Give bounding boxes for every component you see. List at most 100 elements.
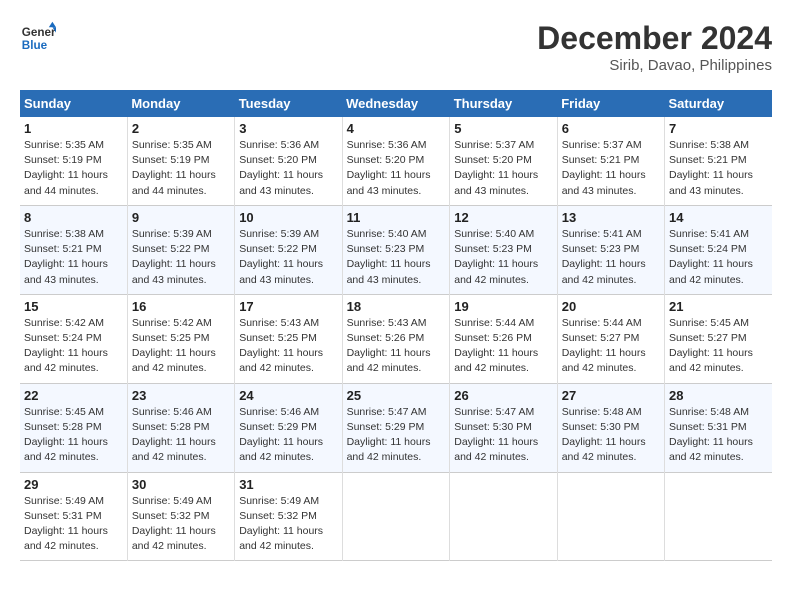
- day-info: Sunrise: 5:36 AM Sunset: 5:20 PM Dayligh…: [239, 138, 337, 199]
- day-info: Sunrise: 5:46 AM Sunset: 5:29 PM Dayligh…: [239, 405, 337, 466]
- day-number: 20: [562, 299, 660, 314]
- day-number: 13: [562, 210, 660, 225]
- calendar-cell: 4 Sunrise: 5:36 AM Sunset: 5:20 PM Dayli…: [342, 117, 450, 205]
- day-number: 3: [239, 121, 337, 136]
- day-number: 31: [239, 477, 337, 492]
- calendar-cell: 22 Sunrise: 5:45 AM Sunset: 5:28 PM Dayl…: [20, 383, 127, 472]
- calendar-cell: [342, 472, 450, 561]
- calendar-cell: [557, 472, 664, 561]
- day-number: 21: [669, 299, 768, 314]
- calendar-cell: 2 Sunrise: 5:35 AM Sunset: 5:19 PM Dayli…: [127, 117, 234, 205]
- day-number: 10: [239, 210, 337, 225]
- calendar-week-row: 8 Sunrise: 5:38 AM Sunset: 5:21 PM Dayli…: [20, 205, 772, 294]
- calendar-cell: 18 Sunrise: 5:43 AM Sunset: 5:26 PM Dayl…: [342, 294, 450, 383]
- day-number: 29: [24, 477, 123, 492]
- day-number: 4: [347, 121, 446, 136]
- svg-text:Blue: Blue: [22, 39, 48, 52]
- col-friday: Friday: [557, 90, 664, 117]
- col-tuesday: Tuesday: [235, 90, 342, 117]
- day-number: 1: [24, 121, 123, 136]
- calendar-cell: [665, 472, 773, 561]
- calendar-cell: 20 Sunrise: 5:44 AM Sunset: 5:27 PM Dayl…: [557, 294, 664, 383]
- calendar-cell: [450, 472, 557, 561]
- col-sunday: Sunday: [20, 90, 127, 117]
- svg-text:General: General: [22, 26, 56, 39]
- calendar-cell: 13 Sunrise: 5:41 AM Sunset: 5:23 PM Dayl…: [557, 205, 664, 294]
- day-number: 18: [347, 299, 446, 314]
- location-subtitle: Sirib, Davao, Philippines: [537, 57, 772, 74]
- calendar-cell: 3 Sunrise: 5:36 AM Sunset: 5:20 PM Dayli…: [235, 117, 342, 205]
- calendar-cell: 8 Sunrise: 5:38 AM Sunset: 5:21 PM Dayli…: [20, 205, 127, 294]
- calendar-cell: 15 Sunrise: 5:42 AM Sunset: 5:24 PM Dayl…: [20, 294, 127, 383]
- day-info: Sunrise: 5:47 AM Sunset: 5:29 PM Dayligh…: [347, 405, 446, 466]
- day-info: Sunrise: 5:39 AM Sunset: 5:22 PM Dayligh…: [239, 227, 337, 288]
- day-number: 27: [562, 388, 660, 403]
- day-info: Sunrise: 5:38 AM Sunset: 5:21 PM Dayligh…: [24, 227, 123, 288]
- calendar-week-row: 15 Sunrise: 5:42 AM Sunset: 5:24 PM Dayl…: [20, 294, 772, 383]
- col-monday: Monday: [127, 90, 234, 117]
- calendar-table: Sunday Monday Tuesday Wednesday Thursday…: [20, 90, 772, 561]
- calendar-cell: 24 Sunrise: 5:46 AM Sunset: 5:29 PM Dayl…: [235, 383, 342, 472]
- day-info: Sunrise: 5:48 AM Sunset: 5:30 PM Dayligh…: [562, 405, 660, 466]
- day-number: 9: [132, 210, 230, 225]
- day-number: 26: [454, 388, 552, 403]
- calendar-cell: 19 Sunrise: 5:44 AM Sunset: 5:26 PM Dayl…: [450, 294, 557, 383]
- day-number: 8: [24, 210, 123, 225]
- calendar-cell: 26 Sunrise: 5:47 AM Sunset: 5:30 PM Dayl…: [450, 383, 557, 472]
- calendar-cell: 29 Sunrise: 5:49 AM Sunset: 5:31 PM Dayl…: [20, 472, 127, 561]
- day-number: 6: [562, 121, 660, 136]
- day-info: Sunrise: 5:35 AM Sunset: 5:19 PM Dayligh…: [24, 138, 123, 199]
- calendar-cell: 7 Sunrise: 5:38 AM Sunset: 5:21 PM Dayli…: [665, 117, 773, 205]
- calendar-week-row: 22 Sunrise: 5:45 AM Sunset: 5:28 PM Dayl…: [20, 383, 772, 472]
- day-number: 12: [454, 210, 552, 225]
- day-info: Sunrise: 5:45 AM Sunset: 5:27 PM Dayligh…: [669, 316, 768, 377]
- day-info: Sunrise: 5:44 AM Sunset: 5:27 PM Dayligh…: [562, 316, 660, 377]
- page-header: General Blue December 2024 Sirib, Davao,…: [20, 20, 772, 74]
- day-info: Sunrise: 5:42 AM Sunset: 5:24 PM Dayligh…: [24, 316, 123, 377]
- calendar-cell: 12 Sunrise: 5:40 AM Sunset: 5:23 PM Dayl…: [450, 205, 557, 294]
- day-info: Sunrise: 5:44 AM Sunset: 5:26 PM Dayligh…: [454, 316, 552, 377]
- day-number: 16: [132, 299, 230, 314]
- day-info: Sunrise: 5:37 AM Sunset: 5:20 PM Dayligh…: [454, 138, 552, 199]
- logo-icon: General Blue: [20, 20, 56, 56]
- day-info: Sunrise: 5:40 AM Sunset: 5:23 PM Dayligh…: [347, 227, 446, 288]
- day-info: Sunrise: 5:41 AM Sunset: 5:24 PM Dayligh…: [669, 227, 768, 288]
- calendar-cell: 6 Sunrise: 5:37 AM Sunset: 5:21 PM Dayli…: [557, 117, 664, 205]
- calendar-cell: 11 Sunrise: 5:40 AM Sunset: 5:23 PM Dayl…: [342, 205, 450, 294]
- day-info: Sunrise: 5:41 AM Sunset: 5:23 PM Dayligh…: [562, 227, 660, 288]
- day-number: 28: [669, 388, 768, 403]
- calendar-cell: 9 Sunrise: 5:39 AM Sunset: 5:22 PM Dayli…: [127, 205, 234, 294]
- day-info: Sunrise: 5:45 AM Sunset: 5:28 PM Dayligh…: [24, 405, 123, 466]
- calendar-cell: 14 Sunrise: 5:41 AM Sunset: 5:24 PM Dayl…: [665, 205, 773, 294]
- calendar-cell: 28 Sunrise: 5:48 AM Sunset: 5:31 PM Dayl…: [665, 383, 773, 472]
- day-number: 19: [454, 299, 552, 314]
- day-number: 14: [669, 210, 768, 225]
- header-row: Sunday Monday Tuesday Wednesday Thursday…: [20, 90, 772, 117]
- calendar-week-row: 1 Sunrise: 5:35 AM Sunset: 5:19 PM Dayli…: [20, 117, 772, 205]
- calendar-cell: 25 Sunrise: 5:47 AM Sunset: 5:29 PM Dayl…: [342, 383, 450, 472]
- calendar-cell: 10 Sunrise: 5:39 AM Sunset: 5:22 PM Dayl…: [235, 205, 342, 294]
- calendar-cell: 16 Sunrise: 5:42 AM Sunset: 5:25 PM Dayl…: [127, 294, 234, 383]
- day-number: 7: [669, 121, 768, 136]
- day-info: Sunrise: 5:39 AM Sunset: 5:22 PM Dayligh…: [132, 227, 230, 288]
- day-info: Sunrise: 5:46 AM Sunset: 5:28 PM Dayligh…: [132, 405, 230, 466]
- day-info: Sunrise: 5:43 AM Sunset: 5:26 PM Dayligh…: [347, 316, 446, 377]
- day-number: 23: [132, 388, 230, 403]
- day-info: Sunrise: 5:36 AM Sunset: 5:20 PM Dayligh…: [347, 138, 446, 199]
- calendar-cell: 5 Sunrise: 5:37 AM Sunset: 5:20 PM Dayli…: [450, 117, 557, 205]
- calendar-cell: 31 Sunrise: 5:49 AM Sunset: 5:32 PM Dayl…: [235, 472, 342, 561]
- calendar-cell: 17 Sunrise: 5:43 AM Sunset: 5:25 PM Dayl…: [235, 294, 342, 383]
- day-number: 11: [347, 210, 446, 225]
- col-wednesday: Wednesday: [342, 90, 450, 117]
- day-info: Sunrise: 5:40 AM Sunset: 5:23 PM Dayligh…: [454, 227, 552, 288]
- day-info: Sunrise: 5:37 AM Sunset: 5:21 PM Dayligh…: [562, 138, 660, 199]
- logo: General Blue: [20, 20, 56, 56]
- day-number: 2: [132, 121, 230, 136]
- calendar-cell: 27 Sunrise: 5:48 AM Sunset: 5:30 PM Dayl…: [557, 383, 664, 472]
- calendar-cell: 1 Sunrise: 5:35 AM Sunset: 5:19 PM Dayli…: [20, 117, 127, 205]
- day-info: Sunrise: 5:42 AM Sunset: 5:25 PM Dayligh…: [132, 316, 230, 377]
- day-number: 25: [347, 388, 446, 403]
- day-info: Sunrise: 5:49 AM Sunset: 5:32 PM Dayligh…: [239, 494, 337, 555]
- day-info: Sunrise: 5:48 AM Sunset: 5:31 PM Dayligh…: [669, 405, 768, 466]
- col-thursday: Thursday: [450, 90, 557, 117]
